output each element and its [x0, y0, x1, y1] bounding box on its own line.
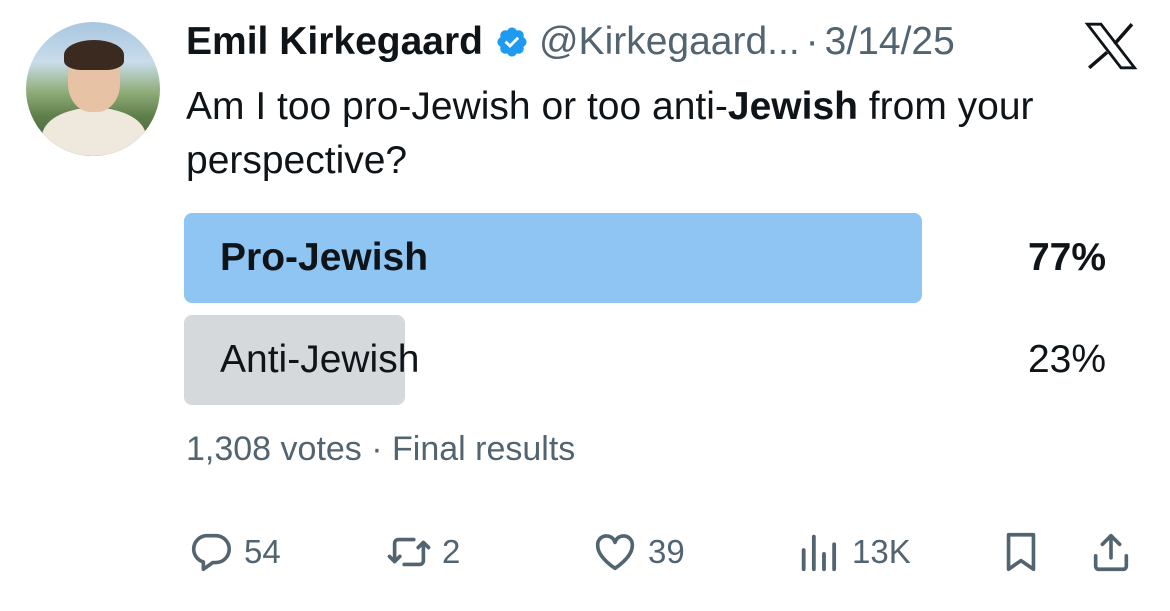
poll-option-label: Pro-Jewish — [220, 236, 429, 279]
tweet-text: Am I too pro-Jewish or too anti-Jewish f… — [186, 80, 1146, 188]
poll-meta-separator: · — [361, 430, 393, 468]
views-button[interactable]: 13K — [796, 528, 911, 576]
verified-badge-icon[interactable] — [495, 25, 529, 59]
author-name[interactable]: Emil Kirkegaard — [186, 20, 483, 64]
heart-icon — [595, 534, 635, 571]
avatar[interactable] — [26, 22, 160, 156]
poll-option-percent: 77% — [1027, 236, 1106, 279]
bookmark-icon — [1006, 532, 1036, 572]
tweet-text-before: Am I too pro-Jewish or too anti- — [186, 85, 728, 128]
poll-option-label: Anti-Jewish — [220, 338, 420, 381]
reply-button[interactable]: 54 — [188, 528, 281, 576]
share-icon — [1093, 533, 1129, 572]
tweet-date[interactable]: 3/14/25 — [825, 20, 955, 64]
like-button[interactable]: 39 — [592, 528, 685, 576]
tweet-text-bold: Jewish — [727, 85, 858, 128]
tweet-header: Emil Kirkegaard @Kirkegaard... · 3/14/25 — [186, 18, 955, 66]
bookmark-button[interactable] — [998, 528, 1044, 576]
like-count: 39 — [648, 533, 685, 570]
reply-count: 54 — [244, 533, 281, 570]
avatar-hair — [64, 40, 124, 70]
poll-option: Pro-Jewish 77% — [184, 213, 1106, 303]
avatar-shirt — [42, 108, 146, 156]
reply-icon — [191, 533, 232, 572]
repost-icon — [387, 537, 431, 567]
poll-meta: 1,308 votes · Final results — [186, 430, 575, 469]
repost-count: 2 — [442, 533, 461, 570]
views-chart-icon — [801, 534, 837, 572]
share-button[interactable] — [1088, 528, 1134, 576]
poll-option-percent: 23% — [1027, 338, 1106, 381]
poll-votes: 1,308 votes — [186, 430, 362, 468]
action-bar: 54 2 39 13K — [0, 520, 1170, 584]
author-handle[interactable]: @Kirkegaard... — [539, 20, 800, 64]
x-logo-icon[interactable] — [1084, 22, 1138, 70]
repost-button[interactable]: 2 — [386, 528, 460, 576]
poll-status: Final results — [392, 430, 576, 468]
poll-option: Anti-Jewish 23% — [184, 315, 1106, 405]
header-separator: · — [805, 20, 819, 63]
views-count: 13K — [852, 533, 911, 570]
